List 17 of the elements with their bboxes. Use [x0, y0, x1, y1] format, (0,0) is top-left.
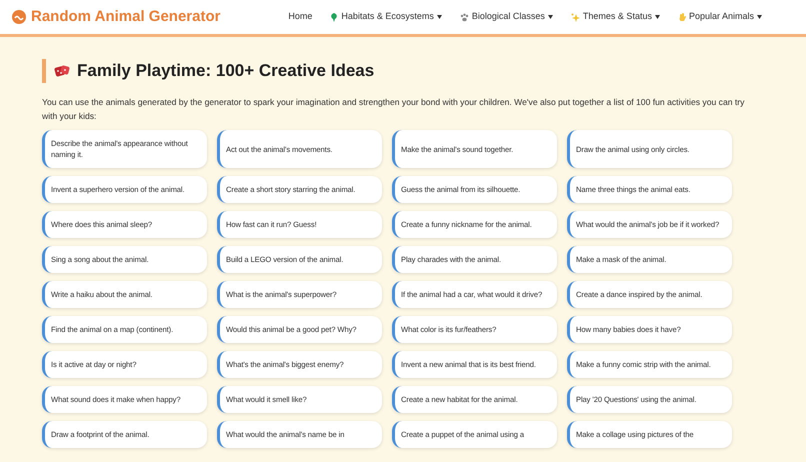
caret-icon: [436, 15, 442, 19]
nav-link[interactable]: Popular Animals: [678, 10, 762, 24]
sparkles-icon: [570, 12, 580, 22]
caret-icon: [654, 15, 660, 19]
nav-link[interactable]: Home: [288, 10, 312, 24]
caret-icon: [548, 15, 553, 19]
hand-icon: [678, 12, 686, 22]
nav-link[interactable]: Biological Classes: [460, 10, 553, 24]
leaf-icon: [330, 12, 338, 22]
paw-icon: [460, 12, 469, 22]
logo-icon: [12, 10, 26, 24]
section-heading: Family Playtime: 100+ Creative Ideas: [42, 59, 764, 83]
caret-icon: [757, 15, 762, 19]
intro-text: You can use the animals generated by the generator to spark your imagination and strengthen your bond with your children. We've also put together a list of 100 fun activities you can try with your kids:: [42, 96, 746, 123]
nav-link[interactable]: Habitats & Ecosystems: [330, 10, 442, 24]
dice-icon: [54, 64, 70, 78]
nav-link[interactable]: Themes & Status: [570, 10, 660, 24]
